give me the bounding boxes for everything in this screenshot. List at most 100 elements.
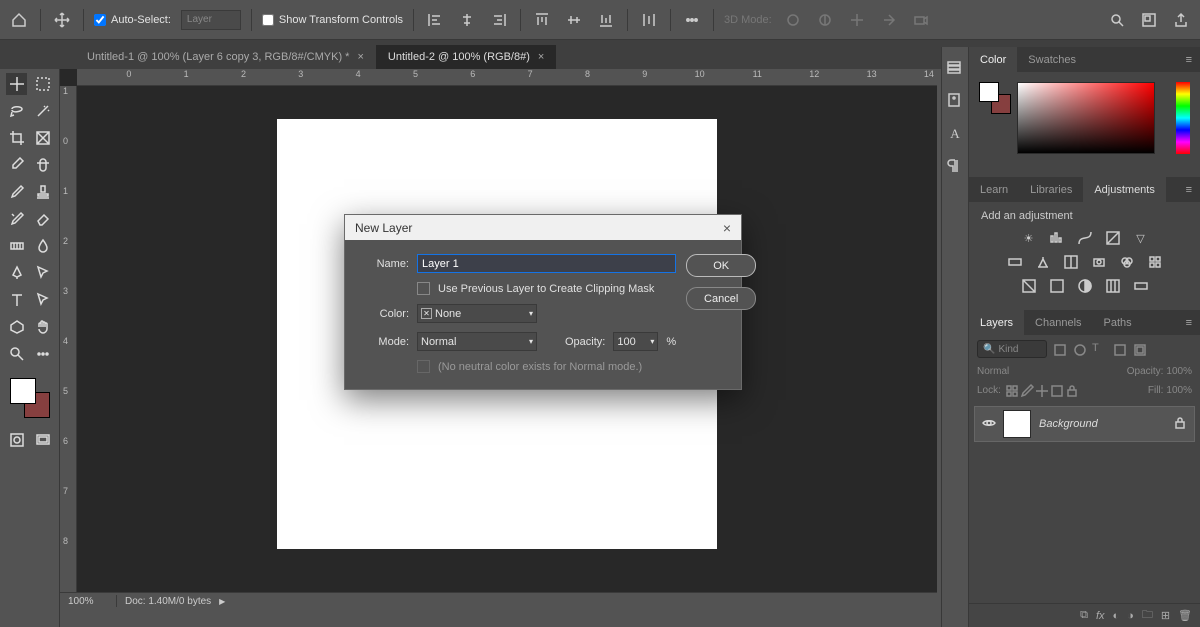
cancel-button[interactable]: Cancel xyxy=(686,287,756,310)
show-transform-checkbox[interactable]: Show Transform Controls xyxy=(262,14,403,26)
shape-tool[interactable] xyxy=(6,316,27,338)
selective-color-icon[interactable] xyxy=(1103,278,1123,294)
tab-channels[interactable]: Channels xyxy=(1024,310,1092,335)
color-balance-icon[interactable] xyxy=(1033,254,1053,270)
type-tool[interactable] xyxy=(6,289,27,311)
lock-all-icon[interactable] xyxy=(1064,383,1079,398)
edit-toolbar[interactable] xyxy=(32,343,53,365)
hand-tool[interactable] xyxy=(32,316,53,338)
levels-icon[interactable] xyxy=(1047,230,1067,246)
marquee-tool[interactable] xyxy=(32,73,53,95)
panel-menu-icon[interactable]: ≡ xyxy=(1178,184,1200,196)
move-tool[interactable] xyxy=(6,73,27,95)
channel-mixer-icon[interactable] xyxy=(1117,254,1137,270)
panel-menu-icon[interactable]: ≡ xyxy=(1178,317,1200,329)
frame-tool[interactable] xyxy=(32,127,53,149)
name-field[interactable] xyxy=(417,254,676,273)
hue-slider[interactable] xyxy=(1176,82,1190,154)
invert-icon[interactable] xyxy=(1019,278,1039,294)
auto-select-checkbox[interactable]: Auto-Select: xyxy=(94,14,171,26)
color-lookup-icon[interactable] xyxy=(1145,254,1165,270)
path-selection-tool[interactable] xyxy=(32,289,53,311)
auto-select-dropdown[interactable]: Layer xyxy=(181,10,241,30)
layer-thumbnail[interactable] xyxy=(1003,410,1031,438)
doc-tab-1[interactable]: Untitled-1 @ 100% (Layer 6 copy 3, RGB/8… xyxy=(75,45,376,69)
share-icon[interactable] xyxy=(1170,9,1192,31)
character-panel-icon[interactable]: A xyxy=(946,125,964,143)
align-center-v-icon[interactable] xyxy=(563,9,585,31)
bw-icon[interactable] xyxy=(1061,254,1081,270)
lasso-tool[interactable] xyxy=(6,100,27,122)
selection-tool[interactable] xyxy=(32,262,53,284)
tab-paths[interactable]: Paths xyxy=(1093,310,1143,335)
move-tool-icon[interactable] xyxy=(51,9,73,31)
filter-kind-dropdown[interactable]: 🔍 Kind xyxy=(977,340,1047,358)
color-picker[interactable] xyxy=(1017,82,1155,154)
history-panel-icon[interactable] xyxy=(946,59,964,77)
brush-tool[interactable] xyxy=(6,181,27,203)
zoom-level[interactable]: 100% xyxy=(68,596,108,607)
posterize-icon[interactable] xyxy=(1047,278,1067,294)
clipping-mask-checkbox[interactable] xyxy=(417,282,430,295)
screen-mode-icon[interactable] xyxy=(32,429,53,451)
lock-move-icon[interactable] xyxy=(1034,383,1049,398)
gradient-map-icon[interactable] xyxy=(1131,278,1151,294)
close-icon[interactable]: × xyxy=(538,51,544,63)
healing-tool[interactable] xyxy=(32,154,53,176)
tab-layers[interactable]: Layers xyxy=(969,310,1024,335)
visibility-icon[interactable] xyxy=(981,415,995,434)
blend-mode-dropdown[interactable]: Normal xyxy=(977,366,1052,377)
quick-mask-icon[interactable] xyxy=(6,429,27,451)
panel-menu-icon[interactable]: ≡ xyxy=(1178,54,1200,66)
pen-tool[interactable] xyxy=(6,262,27,284)
ruler-vertical[interactable]: 1012345678 xyxy=(60,86,77,592)
color-swatch-mini[interactable] xyxy=(979,82,1011,114)
align-right-icon[interactable] xyxy=(488,9,510,31)
new-layer-icon[interactable]: ⊞ xyxy=(1161,609,1170,622)
delete-layer-icon[interactable]: 🗑 xyxy=(1178,609,1192,622)
align-center-h-icon[interactable] xyxy=(456,9,478,31)
layer-fx-icon[interactable]: fx xyxy=(1096,610,1105,622)
crop-tool[interactable] xyxy=(6,127,27,149)
hue-icon[interactable] xyxy=(1005,254,1025,270)
more-options-icon[interactable] xyxy=(681,9,703,31)
layer-background[interactable]: Background xyxy=(974,406,1195,442)
layer-mask-icon[interactable]: ◐ xyxy=(1113,610,1120,622)
tab-learn[interactable]: Learn xyxy=(969,177,1019,202)
eraser-tool[interactable] xyxy=(32,208,53,230)
close-icon[interactable]: × xyxy=(723,220,731,236)
tab-color[interactable]: Color xyxy=(969,47,1017,72)
curves-icon[interactable] xyxy=(1075,230,1095,246)
magic-wand-tool[interactable] xyxy=(32,100,53,122)
filter-type-icon[interactable]: T xyxy=(1092,342,1107,357)
ruler-horizontal[interactable]: 01234567891011121314 xyxy=(77,69,937,86)
align-top-icon[interactable] xyxy=(531,9,553,31)
color-dropdown[interactable]: ✕None▾ xyxy=(417,304,537,323)
color-swatch[interactable] xyxy=(10,378,50,418)
properties-panel-icon[interactable] xyxy=(946,92,964,110)
exposure-icon[interactable] xyxy=(1103,230,1123,246)
tab-adjustments[interactable]: Adjustments xyxy=(1083,177,1166,202)
fill-value[interactable]: 100% xyxy=(1166,385,1192,396)
gradient-tool[interactable] xyxy=(6,235,27,257)
filter-adj-icon[interactable] xyxy=(1072,342,1087,357)
vibrance-icon[interactable]: ▽ xyxy=(1131,230,1151,246)
zoom-tool[interactable] xyxy=(6,343,27,365)
filter-pixel-icon[interactable] xyxy=(1052,342,1067,357)
search-icon[interactable] xyxy=(1106,9,1128,31)
history-brush-tool[interactable] xyxy=(6,208,27,230)
photo-filter-icon[interactable] xyxy=(1089,254,1109,270)
doc-tab-2[interactable]: Untitled-2 @ 100% (RGB/8#) × xyxy=(376,45,556,69)
filter-shape-icon[interactable] xyxy=(1112,342,1127,357)
paragraph-panel-icon[interactable] xyxy=(946,158,964,176)
align-bottom-icon[interactable] xyxy=(595,9,617,31)
distribute-icon[interactable] xyxy=(638,9,660,31)
opacity-field[interactable]: 100▾ xyxy=(613,332,658,351)
threshold-icon[interactable] xyxy=(1075,278,1095,294)
lock-position-icon[interactable] xyxy=(1019,383,1034,398)
lock-icon[interactable] xyxy=(1172,415,1188,434)
home-icon[interactable] xyxy=(8,9,30,31)
opacity-value[interactable]: 100% xyxy=(1166,366,1192,377)
dialog-titlebar[interactable]: New Layer × xyxy=(345,215,741,240)
filter-smart-icon[interactable] xyxy=(1132,342,1147,357)
